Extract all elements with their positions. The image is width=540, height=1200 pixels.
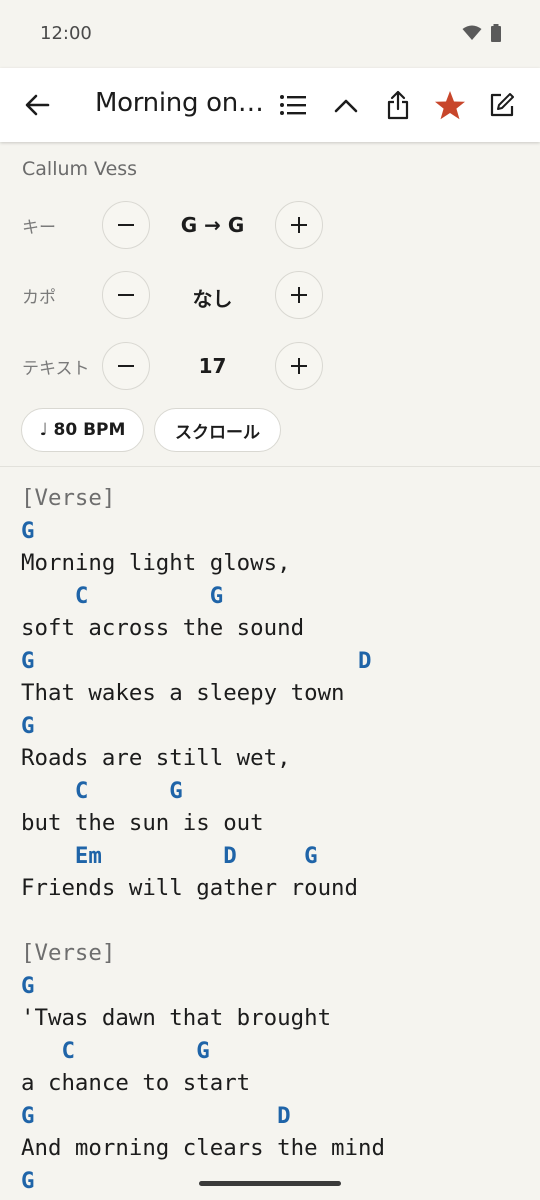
lyric-line: Morning light glows, — [21, 550, 291, 576]
chord-line[interactable]: G — [21, 970, 521, 1003]
edit-icon — [490, 93, 514, 117]
text-size-down-button[interactable] — [102, 342, 150, 390]
text-size-control: テキスト 17 — [0, 342, 540, 390]
chevron-up-icon — [334, 99, 358, 113]
chord-line[interactable]: Em D G — [21, 840, 521, 873]
chord-line[interactable]: C G — [21, 775, 521, 808]
minus-icon — [118, 365, 134, 367]
capo-up-button[interactable] — [275, 271, 323, 319]
plus-icon — [291, 217, 307, 233]
wifi-icon — [462, 25, 482, 40]
key-control: キー G → G — [0, 201, 540, 249]
chord-line[interactable]: G — [21, 515, 521, 548]
star-icon — [435, 91, 465, 120]
lyric-line: Roads are still wet, — [21, 745, 291, 771]
artist-name: Callum Vess — [22, 158, 138, 180]
back-arrow-icon — [25, 94, 50, 116]
key-down-button[interactable] — [102, 201, 150, 249]
home-indicator[interactable] — [199, 1181, 341, 1186]
divider — [0, 466, 540, 467]
minus-icon — [118, 294, 134, 296]
lyric-line: a chance to start — [21, 1070, 251, 1096]
plus-icon — [291, 287, 307, 303]
favorite-button[interactable] — [430, 68, 470, 142]
edit-button[interactable] — [482, 68, 522, 142]
chord-line[interactable]: G — [21, 710, 521, 743]
lyric-line: Friends will gather round — [21, 875, 359, 901]
chord-list-button[interactable] — [273, 68, 313, 142]
share-button[interactable] — [378, 68, 418, 142]
lyric-line: And morning clears the mind — [21, 1135, 385, 1161]
section-header: [Verse] — [21, 940, 116, 966]
capo-value: なし — [192, 287, 233, 311]
key-value: G → G — [180, 213, 245, 237]
chord-line[interactable]: G D — [21, 1100, 521, 1133]
lyric-line: That wakes a sleepy town — [21, 680, 345, 706]
status-bar: 12:00 — [0, 0, 540, 68]
capo-label: カポ — [22, 288, 56, 308]
autoscroll-chip[interactable]: スクロール — [154, 408, 281, 452]
status-icons — [462, 24, 502, 42]
text-size-up-button[interactable] — [275, 342, 323, 390]
list-icon — [280, 95, 306, 115]
text-size-label: テキスト — [22, 359, 90, 379]
key-label: キー — [22, 218, 56, 238]
key-up-button[interactable] — [275, 201, 323, 249]
section-header: [Verse] — [21, 485, 116, 511]
chord-line[interactable]: C G — [21, 1035, 521, 1068]
battery-icon — [491, 24, 501, 42]
lyric-line: soft across the sound — [21, 615, 305, 641]
bpm-chip[interactable]: ♩ 80 BPM — [21, 408, 144, 452]
lyric-line: 'Twas dawn that brought — [21, 1005, 332, 1031]
status-time: 12:00 — [40, 23, 92, 44]
chord-line[interactable]: C G — [21, 580, 521, 613]
song-controls: Callum Vess キー G → G カポ なし テキスト 17 ♩ 80 … — [0, 142, 540, 466]
capo-down-button[interactable] — [102, 271, 150, 319]
plus-icon — [291, 358, 307, 374]
song-title: Morning on t... — [95, 88, 270, 118]
minus-icon — [118, 224, 134, 226]
top-app-bar: Morning on t... — [0, 68, 540, 142]
capo-control: カポ なし — [0, 271, 540, 319]
chord-sheet: [Verse] G Morning light glows, C Gsoft acr… — [21, 482, 521, 1197]
text-size-value: 17 — [198, 354, 227, 378]
chord-line[interactable]: G D — [21, 645, 521, 678]
share-icon — [387, 90, 409, 120]
back-button[interactable] — [17, 68, 57, 142]
collapse-button[interactable] — [326, 68, 366, 142]
lyric-line: but the sun is out — [21, 810, 264, 836]
